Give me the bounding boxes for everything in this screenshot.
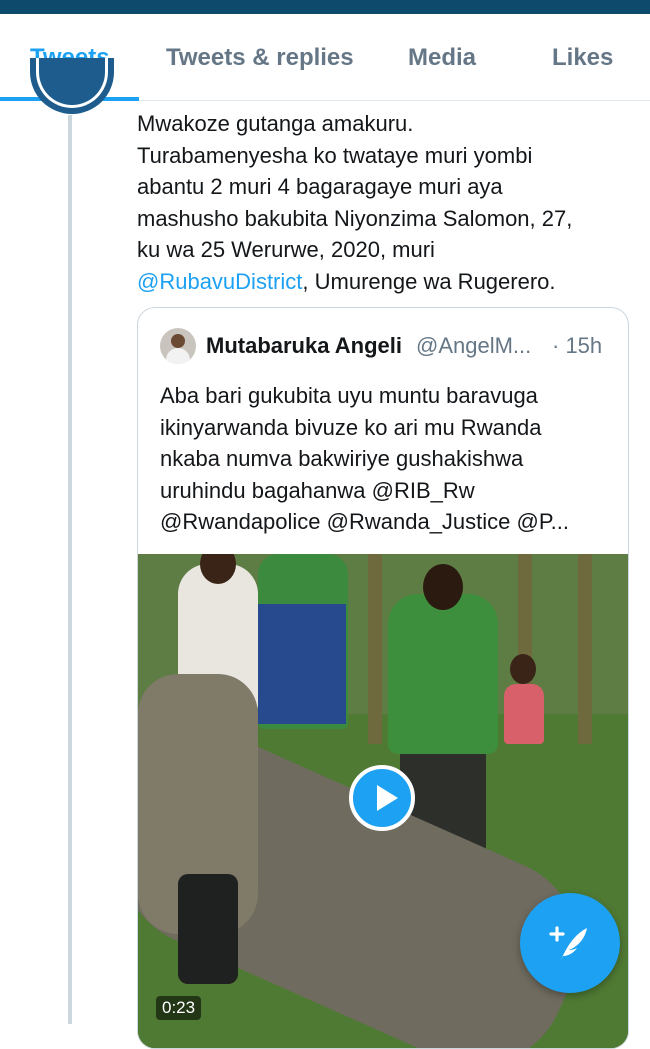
quoted-author-name: Mutabaruka Angeli [206,333,402,358]
quoted-line: Aba bari gukubita uyu muntu baravuga [160,383,538,408]
tweet-line: Turabamenyesha ko twataye muri yombi [137,142,533,168]
compose-tweet-icon [549,926,587,960]
quoted-tweet-text: Aba bari gukubita uyu muntu baravuga iki… [160,380,612,538]
play-icon[interactable] [349,765,415,831]
status-bar [0,0,650,14]
mention-link[interactable]: @RubavuDistrict [137,269,302,294]
quoted-author-handle: @AngelM... [416,333,532,358]
tweet-line: ku wa 25 Werurwe, 2020, muri [137,237,435,263]
tab-media[interactable]: Media [408,44,476,72]
tab-tweets-and-replies[interactable]: Tweets & replies [166,44,354,72]
quoted-line: ikinyarwanda bivuze ko ari mu Rwanda [160,414,542,440]
tweet-line: , Umurenge wa Rugerero. [302,268,556,294]
quoted-line: uruhindu bagahanwa @RIB_Rw [160,477,475,503]
avatar[interactable] [30,58,114,114]
tweet-line: abantu 2 muri 4 bagaragaye muri aya [137,174,503,200]
tab-likes[interactable]: Likes [552,44,613,72]
thread-line [68,115,72,1024]
quoted-author-avatar[interactable] [160,328,196,364]
quoted-line: @Rwandapolice @Rwanda_Justice @P... [160,509,570,535]
quoted-line: nkaba numva bakwiriye gushakishwa [160,446,524,472]
tweet-line: mashusho bakubita Niyonzima Salomon, 27, [137,205,573,231]
tweet-text: Mwakoze gutanga amakuru. Turabamenyesha … [137,108,632,298]
quoted-tweet-time: · 15h [552,333,603,358]
video-duration: 0:23 [156,996,202,1020]
tweet-line: Mwakoze gutanga amakuru. [137,111,414,136]
compose-tweet-button[interactable] [520,893,620,993]
